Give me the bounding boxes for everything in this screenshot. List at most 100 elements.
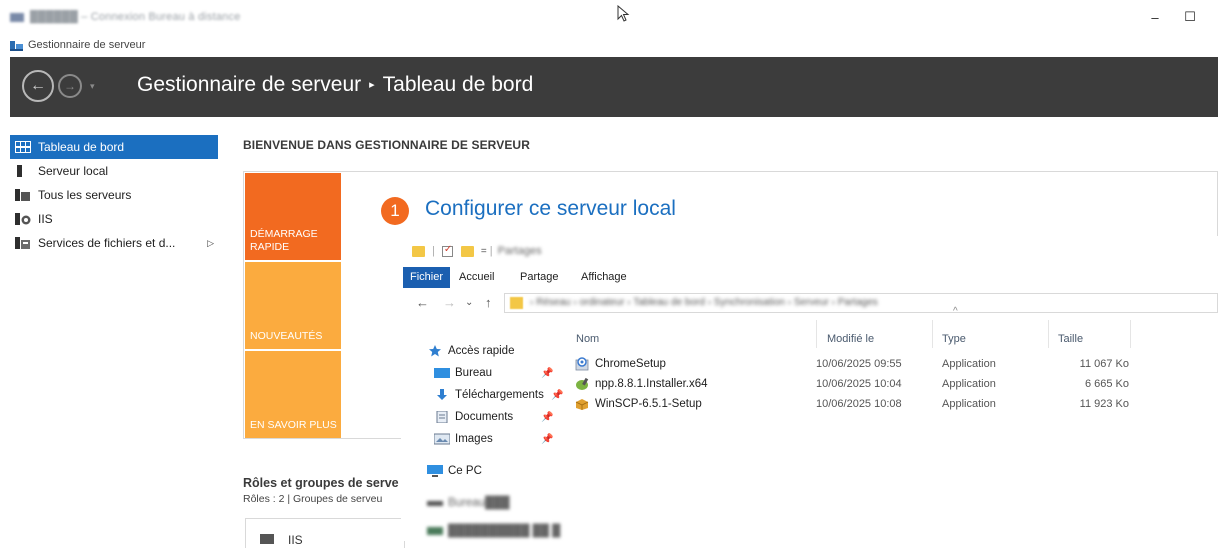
network-drive-icon bbox=[427, 527, 443, 535]
column-header-name[interactable]: Nom bbox=[576, 333, 599, 345]
ribbon-tabs: Fichier Accueil Partage Affichage bbox=[401, 267, 1218, 288]
sidebar-item-label: Services de fichiers et d... bbox=[38, 236, 176, 250]
column-header-modified[interactable]: Modifié le bbox=[827, 333, 874, 345]
file-row[interactable]: WinSCP-6.5.1-Setup 10/06/2025 10:08 Appl… bbox=[575, 394, 1135, 414]
pin-icon[interactable]: 📌 bbox=[541, 412, 553, 423]
breadcrumb: Gestionnaire de serveur ▸ Tableau de bord bbox=[137, 73, 533, 97]
sidebar-item-local-server[interactable]: Serveur local bbox=[10, 159, 218, 183]
file-type-cell: Application bbox=[942, 358, 996, 370]
nav-item-blurred[interactable]: ██████████ ██ █ bbox=[427, 522, 560, 540]
sidebar-item-label: Tous les serveurs bbox=[38, 188, 132, 202]
nav-this-pc[interactable]: Ce PC bbox=[427, 462, 482, 480]
new-folder-icon[interactable] bbox=[460, 245, 474, 257]
tab-share[interactable]: Partage bbox=[514, 267, 565, 288]
toolbar-separator: | bbox=[489, 245, 493, 257]
address-path: › Réseau › ordinateur › Tableau de bord … bbox=[530, 297, 878, 308]
folder-icon bbox=[412, 245, 425, 257]
maximize-button[interactable]: ☐ bbox=[1175, 6, 1205, 28]
pin-icon[interactable]: 📌 bbox=[541, 368, 553, 379]
tile-learn-more[interactable]: EN SAVOIR PLUS bbox=[245, 351, 341, 438]
file-name-cell: npp.8.8.1.Installer.x64 bbox=[575, 377, 708, 391]
file-modified-cell: 10/06/2025 10:04 bbox=[816, 378, 902, 390]
breadcrumb-separator-icon: ▸ bbox=[369, 79, 375, 91]
breadcrumb-current: Tableau de bord bbox=[382, 73, 534, 96]
sidebar-item-label: Serveur local bbox=[38, 164, 109, 178]
back-arrow-icon[interactable]: ← bbox=[416, 295, 429, 310]
iis-icon bbox=[260, 534, 274, 544]
configure-local-server-link[interactable]: Configurer ce serveur local bbox=[425, 197, 676, 221]
file-row[interactable]: ChromeSetup 10/06/2025 09:55 Application… bbox=[575, 354, 1135, 374]
forward-button[interactable]: → bbox=[58, 74, 82, 98]
column-divider[interactable] bbox=[816, 320, 817, 348]
file-modified-cell: 10/06/2025 09:55 bbox=[816, 358, 902, 370]
step-number-badge: 1 bbox=[381, 197, 409, 225]
pin-icon[interactable]: 📌 bbox=[541, 434, 553, 445]
sort-ascending-icon: ^ bbox=[953, 306, 958, 317]
role-card-iis[interactable]: IIS bbox=[245, 518, 405, 548]
sidebar-item-iis[interactable]: IIS bbox=[10, 207, 218, 231]
computer-icon bbox=[427, 465, 443, 477]
tab-home[interactable]: Accueil bbox=[453, 267, 500, 288]
nav-item-documents[interactable]: Documents 📌 bbox=[434, 408, 553, 426]
file-size-cell: 11 923 Ko bbox=[1079, 398, 1129, 410]
roles-section-title: Rôles et groupes de serve bbox=[243, 476, 399, 490]
nav-item-blurred[interactable]: Bureau███ bbox=[427, 494, 510, 512]
window-title: Partages bbox=[497, 245, 542, 257]
file-name-cell: WinSCP-6.5.1-Setup bbox=[575, 397, 702, 411]
file-services-icon bbox=[15, 237, 30, 249]
notepadpp-icon bbox=[576, 377, 589, 390]
rdp-app-icon bbox=[10, 12, 24, 22]
back-button[interactable]: ← bbox=[22, 70, 54, 102]
server-manager-icon bbox=[10, 41, 23, 51]
file-size-cell: 11 067 Ko bbox=[1079, 358, 1129, 370]
sidebar-item-label: IIS bbox=[38, 212, 53, 226]
up-arrow-icon[interactable]: ↑ bbox=[485, 295, 492, 310]
file-explorer-window: | = | Partages Fichier Accueil Partage A… bbox=[401, 236, 1218, 541]
server-manager-app-title: Gestionnaire de serveur bbox=[10, 37, 145, 53]
sidebar-item-all-servers[interactable]: Tous les serveurs bbox=[10, 183, 218, 207]
rdp-title-bar: ██████ – Connexion Bureau à distance – ☐ bbox=[0, 0, 1218, 34]
tile-whats-new[interactable]: NOUVEAUTÉS bbox=[245, 262, 341, 349]
address-bar[interactable]: › Réseau › ordinateur › Tableau de bord … bbox=[504, 293, 1218, 313]
column-divider[interactable] bbox=[932, 320, 933, 348]
sidebar-item-label: Tableau de bord bbox=[38, 140, 125, 154]
rdp-window-title: ██████ – Connexion Bureau à distance bbox=[10, 11, 241, 23]
iis-icon bbox=[15, 213, 31, 225]
desktop-icon bbox=[434, 368, 450, 378]
tab-file[interactable]: Fichier bbox=[403, 267, 451, 288]
properties-icon[interactable] bbox=[441, 244, 453, 257]
nav-item-downloads[interactable]: Téléchargements 📌 bbox=[434, 386, 563, 404]
tile-quick-start[interactable]: DÉMARRAGE RAPIDE bbox=[245, 173, 341, 260]
welcome-title: BIENVENUE DANS GESTIONNAIRE DE SERVEUR bbox=[243, 138, 530, 152]
nav-item-pictures[interactable]: Images 📌 bbox=[434, 430, 553, 448]
nav-quick-access[interactable]: Accès rapide bbox=[427, 342, 514, 360]
pictures-icon bbox=[434, 433, 450, 445]
column-divider[interactable] bbox=[1130, 320, 1131, 348]
column-header-type[interactable]: Type bbox=[942, 333, 966, 345]
file-row[interactable]: npp.8.8.1.Installer.x64 10/06/2025 10:04… bbox=[575, 374, 1135, 394]
tab-view[interactable]: Affichage bbox=[575, 267, 633, 288]
pin-icon[interactable]: 📌 bbox=[551, 390, 563, 401]
recent-locations-icon[interactable]: ⌄ bbox=[465, 297, 473, 308]
customize-toolbar-icon[interactable]: = bbox=[481, 246, 487, 257]
downloads-icon bbox=[437, 389, 447, 400]
expand-arrow-icon[interactable]: ▷ bbox=[207, 238, 214, 249]
column-header-size[interactable]: Taille bbox=[1058, 333, 1083, 345]
history-dropdown-icon[interactable]: ▾ bbox=[90, 81, 95, 92]
navigation-pane: Accès rapide Bureau 📌 Téléchargements 📌 … bbox=[401, 332, 563, 541]
forward-arrow-icon[interactable]: → bbox=[443, 295, 456, 310]
roles-section-subtitle: Rôles : 2 | Groupes de serveu bbox=[243, 493, 383, 505]
folder-icon bbox=[510, 297, 523, 309]
minimize-button[interactable]: – bbox=[1140, 6, 1170, 28]
breadcrumb-root[interactable]: Gestionnaire de serveur bbox=[137, 73, 361, 96]
file-size-cell: 6 665 Ko bbox=[1084, 378, 1129, 390]
sidebar-item-file-services[interactable]: Services de fichiers et d... ▷ bbox=[10, 231, 218, 255]
file-name-cell: ChromeSetup bbox=[575, 357, 666, 371]
sidebar-item-dashboard[interactable]: Tableau de bord bbox=[10, 135, 218, 159]
file-modified-cell: 10/06/2025 10:08 bbox=[816, 398, 902, 410]
chrome-installer-icon bbox=[575, 357, 589, 371]
server-manager-header: ← → ▾ Gestionnaire de serveur ▸ Tableau de… bbox=[10, 57, 1218, 117]
nav-item-desktop[interactable]: Bureau 📌 bbox=[434, 364, 553, 382]
server-icon bbox=[17, 165, 22, 177]
column-divider[interactable] bbox=[1048, 320, 1049, 348]
